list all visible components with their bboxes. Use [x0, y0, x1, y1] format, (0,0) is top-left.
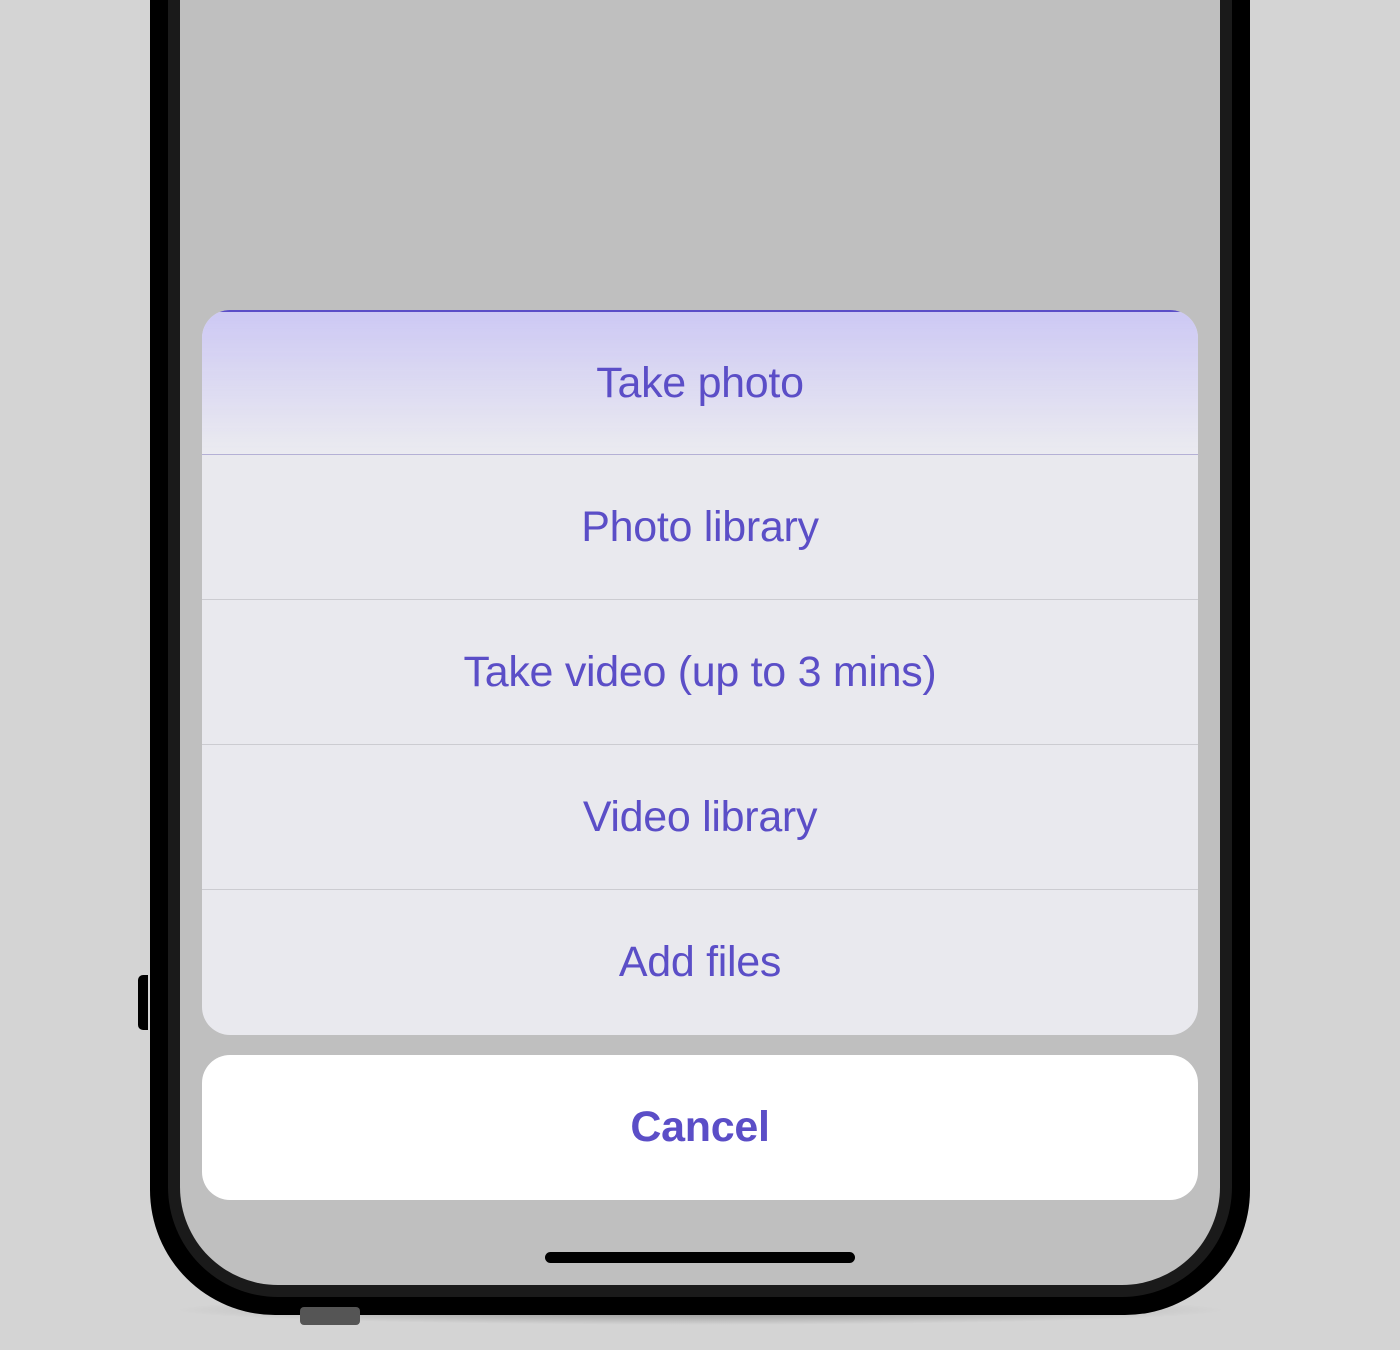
photo-library-option[interactable]: Photo library — [202, 455, 1198, 600]
cancel-button[interactable]: Cancel — [202, 1055, 1198, 1200]
action-option-label: Photo library — [581, 503, 819, 552]
cancel-button-label: Cancel — [630, 1103, 769, 1152]
phone-screen: Take photo Photo library Take video (up … — [180, 0, 1220, 1285]
action-option-label: Take video (up to 3 mins) — [464, 648, 937, 697]
phone-frame: Take photo Photo library Take video (up … — [100, 0, 1300, 1350]
phone-bottom-port — [300, 1307, 360, 1325]
take-video-option[interactable]: Take video (up to 3 mins) — [202, 600, 1198, 745]
action-sheet: Take photo Photo library Take video (up … — [202, 310, 1198, 1200]
add-files-option[interactable]: Add files — [202, 890, 1198, 1035]
action-option-label: Add files — [619, 938, 781, 987]
action-sheet-options-group: Take photo Photo library Take video (up … — [202, 310, 1198, 1035]
phone-body: Take photo Photo library Take video (up … — [150, 0, 1250, 1315]
action-option-label: Take photo — [596, 359, 803, 408]
phone-side-button — [138, 975, 148, 1030]
take-photo-option[interactable]: Take photo — [202, 310, 1198, 455]
home-indicator[interactable] — [545, 1252, 855, 1263]
video-library-option[interactable]: Video library — [202, 745, 1198, 890]
action-option-label: Video library — [583, 793, 817, 842]
